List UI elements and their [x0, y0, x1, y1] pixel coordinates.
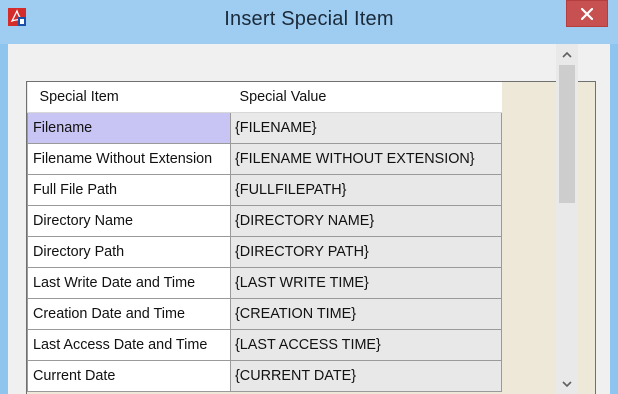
special-item-cell[interactable]: Directory Name	[27, 205, 231, 237]
special-item-cell[interactable]: Filename	[27, 112, 231, 144]
title-bar[interactable]: Insert Special Item	[0, 0, 618, 44]
special-value-cell[interactable]: {CREATION TIME}	[230, 298, 502, 330]
column-header-special-item[interactable]: Special Item	[27, 82, 231, 113]
table-row[interactable]: Last Access Date and Time {LAST ACCESS T…	[27, 329, 502, 361]
header-row: Special Item Special Value	[27, 82, 502, 113]
table-row[interactable]: Filename {FILENAME}	[27, 112, 502, 144]
special-item-cell[interactable]: Last Write Date and Time	[27, 267, 231, 299]
special-item-cell[interactable]: Current Date	[27, 360, 231, 392]
special-items-grid[interactable]: Special Item Special Value Filename {FIL…	[26, 81, 596, 394]
special-items-table: Special Item Special Value Filename {FIL…	[27, 82, 502, 392]
table-row[interactable]: Current Date {CURRENT DATE}	[27, 360, 502, 392]
table-row[interactable]: Last Write Date and Time {LAST WRITE TIM…	[27, 267, 502, 299]
special-value-cell[interactable]: {FULLFILEPATH}	[230, 174, 502, 206]
special-item-cell[interactable]: Full File Path	[27, 174, 231, 206]
special-value-cell[interactable]: {FILENAME WITHOUT EXTENSION}	[230, 143, 502, 175]
close-icon	[581, 7, 593, 20]
table-row[interactable]: Full File Path {FULLFILEPATH}	[27, 174, 502, 206]
scrollbar-thumb[interactable]	[559, 65, 575, 203]
window-title: Insert Special Item	[224, 8, 394, 30]
special-item-cell[interactable]: Filename Without Extension	[27, 143, 231, 175]
table-row[interactable]: Directory Name {DIRECTORY NAME}	[27, 205, 502, 237]
special-value-cell[interactable]: {LAST WRITE TIME}	[230, 267, 502, 299]
close-button[interactable]	[566, 0, 608, 27]
special-value-cell[interactable]: {CURRENT DATE}	[230, 360, 502, 392]
special-value-cell[interactable]: {DIRECTORY NAME}	[230, 205, 502, 237]
table-row[interactable]: Filename Without Extension {FILENAME WIT…	[27, 143, 502, 175]
chevron-down-icon	[562, 380, 572, 387]
special-item-cell[interactable]: Last Access Date and Time	[27, 329, 231, 361]
special-value-cell[interactable]: {FILENAME}	[230, 112, 502, 144]
dialog-client-area: Special Item Special Value Filename {FIL…	[8, 44, 610, 394]
scroll-down-button[interactable]	[556, 374, 578, 394]
dialog-window: Insert Special Item Special Item Special…	[0, 0, 618, 394]
table-row[interactable]: Creation Date and Time {CREATION TIME}	[27, 298, 502, 330]
scroll-up-button[interactable]	[556, 44, 578, 64]
special-item-cell[interactable]: Directory Path	[27, 236, 231, 268]
vertical-scrollbar[interactable]	[556, 44, 578, 394]
special-item-cell[interactable]: Creation Date and Time	[27, 298, 231, 330]
special-value-cell[interactable]: {LAST ACCESS TIME}	[230, 329, 502, 361]
chevron-up-icon	[562, 51, 572, 58]
special-value-cell[interactable]: {DIRECTORY PATH}	[230, 236, 502, 268]
column-header-special-value[interactable]: Special Value	[230, 82, 502, 113]
table-row[interactable]: Directory Path {DIRECTORY PATH}	[27, 236, 502, 268]
